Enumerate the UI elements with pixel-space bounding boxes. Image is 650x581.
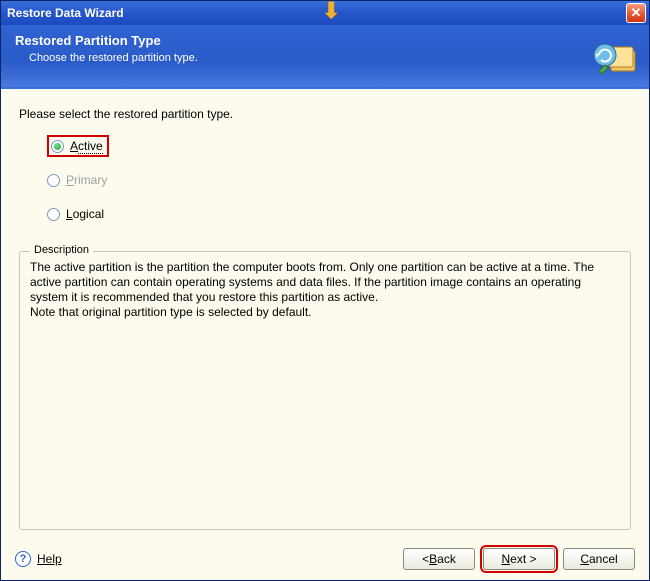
- back-button[interactable]: < Back: [403, 548, 475, 570]
- close-icon: ✕: [631, 5, 642, 21]
- description-legend: Description: [30, 244, 93, 256]
- option-logical-label[interactable]: Logical: [66, 207, 104, 221]
- wizard-header: Restored Partition Type Choose the resto…: [1, 25, 649, 89]
- content-area: Please select the restored partition typ…: [1, 89, 649, 538]
- window-title: Restore Data Wizard: [7, 6, 626, 20]
- option-active-row: Active: [47, 135, 631, 157]
- close-button[interactable]: ✕: [626, 3, 646, 23]
- description-fieldset: Description The active partition is the …: [19, 251, 631, 530]
- options-group: Active Primary Logical: [19, 135, 631, 237]
- help-icon: ?: [15, 551, 31, 567]
- option-logical-row: Logical: [47, 203, 631, 225]
- header-heading: Restored Partition Type: [15, 33, 635, 48]
- footer: ? Help < Back Next > Cancel: [1, 538, 649, 580]
- header-subtext: Choose the restored partition type.: [15, 52, 635, 64]
- option-primary-label: Primary: [66, 173, 107, 187]
- wizard-window: ⬇ Restore Data Wizard ✕ Restored Partiti…: [0, 0, 650, 581]
- down-arrow-icon: ⬇: [322, 0, 340, 24]
- restore-icon: [591, 33, 639, 81]
- description-text: The active partition is the partition th…: [30, 260, 620, 320]
- help-link[interactable]: ? Help: [15, 551, 62, 567]
- cancel-button[interactable]: Cancel: [563, 548, 635, 570]
- option-active-highlight: Active: [47, 135, 109, 157]
- radio-active[interactable]: [51, 140, 64, 153]
- radio-primary: [47, 174, 60, 187]
- next-button[interactable]: Next >: [483, 548, 555, 570]
- radio-logical[interactable]: [47, 208, 60, 221]
- prompt-text: Please select the restored partition typ…: [19, 107, 631, 121]
- option-active-label[interactable]: Active: [70, 139, 103, 153]
- option-primary-row: Primary: [47, 169, 631, 191]
- help-label: Help: [37, 552, 62, 566]
